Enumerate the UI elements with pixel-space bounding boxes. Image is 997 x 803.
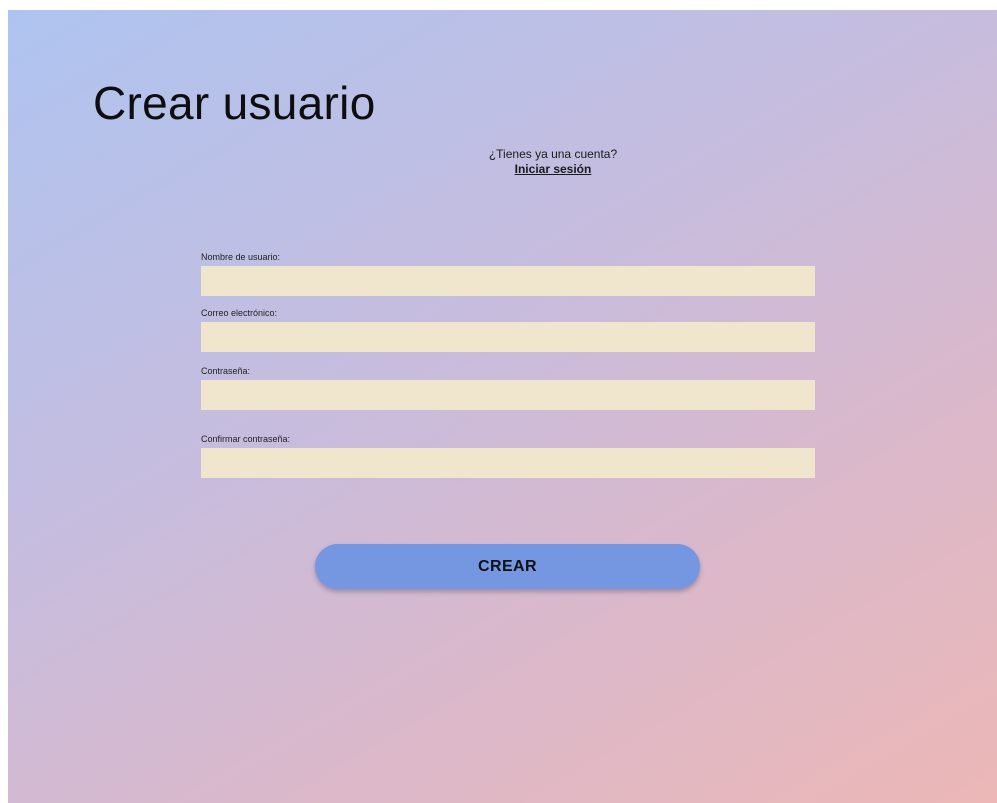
username-label: Nombre de usuario: — [201, 252, 281, 262]
username-input[interactable] — [201, 266, 815, 296]
page-title: Crear usuario — [93, 77, 376, 129]
login-link[interactable]: Iniciar sesión — [398, 162, 708, 177]
confirm-password-input[interactable] — [201, 448, 815, 478]
email-label: Correo electrónico: — [201, 308, 278, 318]
login-prompt-text: ¿Tienes ya una cuenta? — [488, 147, 618, 161]
create-button[interactable]: CREAR — [315, 544, 700, 589]
email-input[interactable] — [201, 322, 815, 352]
page-background: Crear usuario ¿Tienes ya una cuenta? Ini… — [8, 10, 997, 803]
confirm-password-label: Confirmar contraseña: — [201, 434, 291, 444]
password-label: Contraseña: — [201, 366, 251, 376]
password-input[interactable] — [201, 380, 815, 410]
